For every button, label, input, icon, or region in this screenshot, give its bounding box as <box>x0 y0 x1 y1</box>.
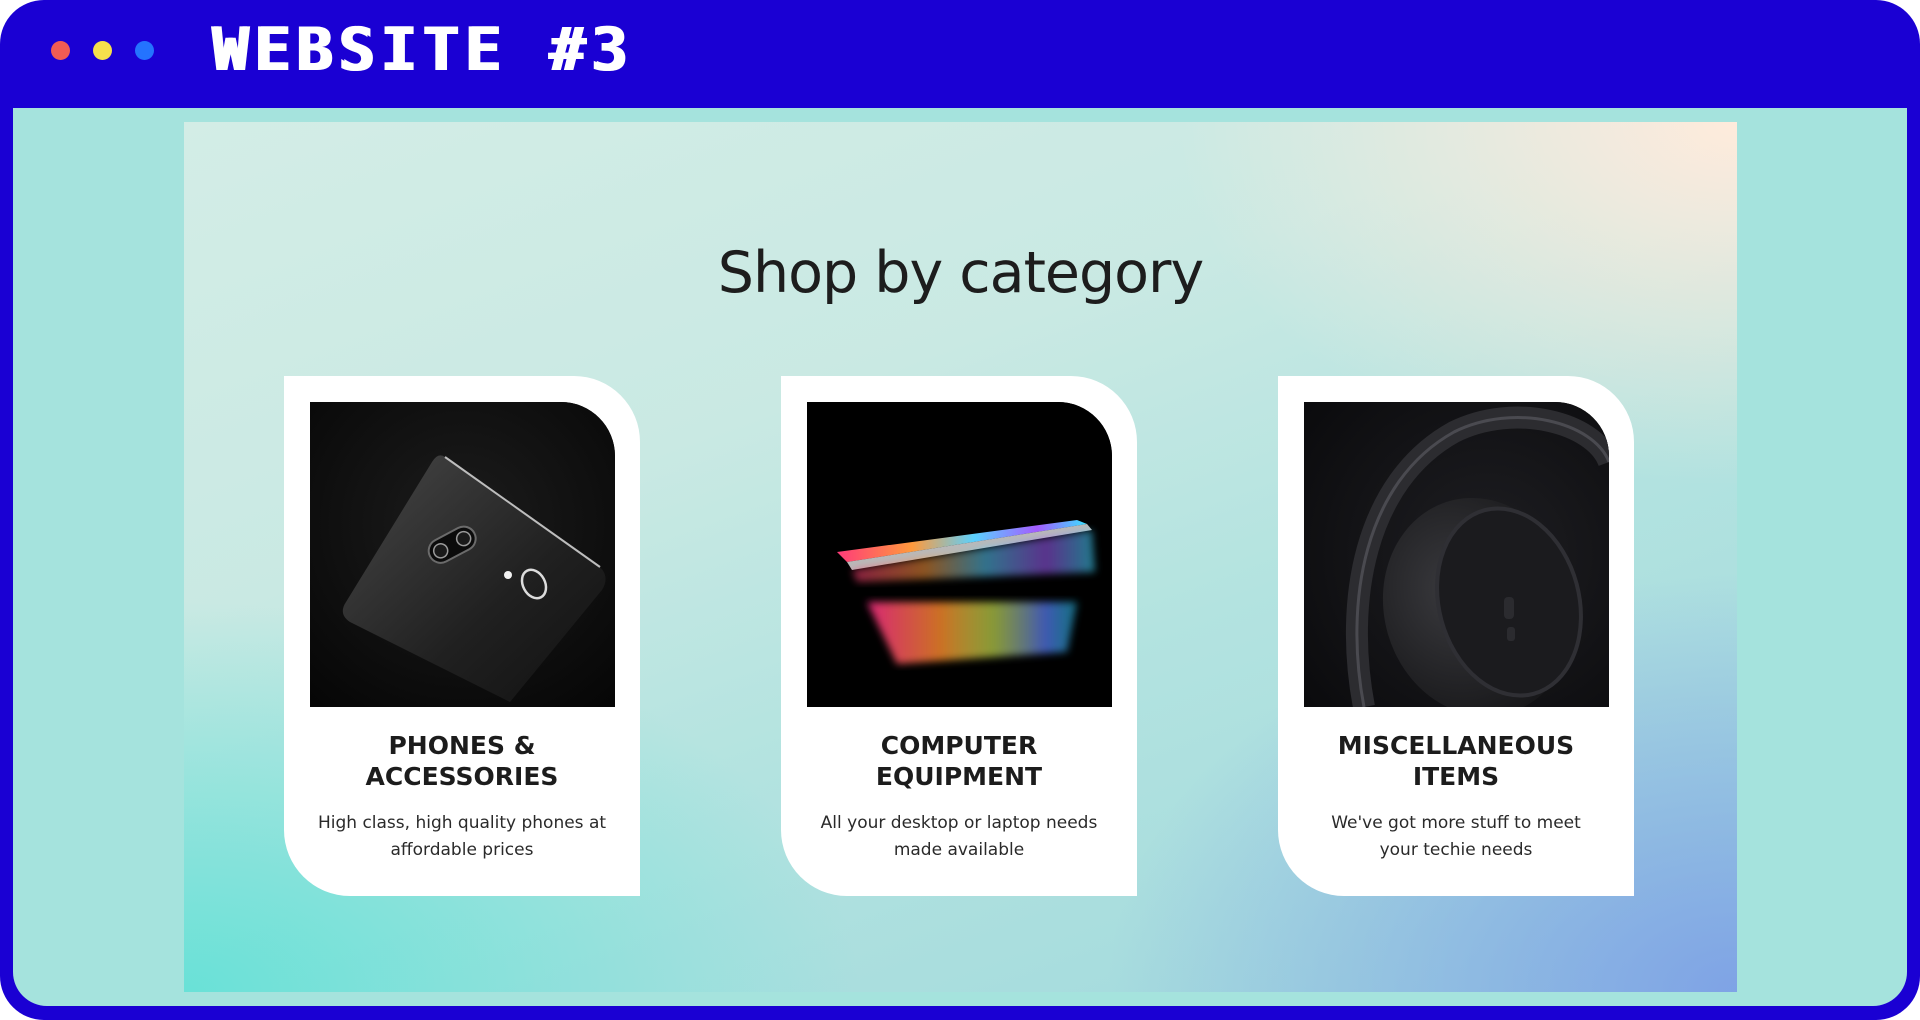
category-card-computer-equipment[interactable]: COMPUTER EQUIPMENT All your desktop or l… <box>781 376 1137 896</box>
window-title: WEBSITE #3 <box>211 15 633 85</box>
headphones-image[interactable] <box>1304 402 1609 707</box>
description-line: made available <box>893 840 1025 860</box>
smartphone-photo-illustration <box>310 402 615 707</box>
minimize-window-button[interactable] <box>93 41 112 60</box>
category-title-line: MISCELLANEOUS <box>1337 731 1575 760</box>
category-title-line: EQUIPMENT <box>875 762 1043 791</box>
description-line: All your desktop or laptop needs <box>820 813 1098 833</box>
category-title[interactable]: PHONES & ACCESSORIES <box>284 730 640 792</box>
category-description: We've got more stuff to meet your techie… <box>1296 810 1616 864</box>
close-window-button[interactable] <box>51 41 70 60</box>
description-line: your techie needs <box>1379 840 1533 860</box>
category-title[interactable]: MISCELLANEOUS ITEMS <box>1278 730 1634 792</box>
category-section: Shop by category PHONES & ACCESSORIES Hi… <box>184 122 1737 992</box>
category-title-line: COMPUTER <box>880 731 1038 760</box>
category-title-line: ACCESSORIES <box>365 762 559 791</box>
category-title[interactable]: COMPUTER EQUIPMENT <box>781 730 1137 792</box>
phone-image[interactable] <box>310 402 615 707</box>
laptop-photo-illustration <box>807 402 1112 707</box>
category-title-line: ITEMS <box>1412 762 1500 791</box>
category-card-miscellaneous[interactable]: MISCELLANEOUS ITEMS We've got more stuff… <box>1278 376 1634 896</box>
description-line: We've got more stuff to meet <box>1331 813 1581 833</box>
category-description: All your desktop or laptop needs made av… <box>799 810 1119 864</box>
description-line: affordable prices <box>390 840 534 860</box>
category-description: High class, high quality phones at affor… <box>302 810 622 864</box>
headphones-photo-illustration <box>1304 402 1609 707</box>
laptop-image[interactable] <box>807 402 1112 707</box>
browser-viewport: Shop by category PHONES & ACCESSORIES Hi… <box>13 108 1907 1006</box>
description-line: High class, high quality phones at <box>317 813 607 833</box>
window-title-bar: WEBSITE #3 <box>0 0 1920 108</box>
browser-window-frame: WEBSITE #3 Shop by category PHONES & ACC… <box>0 0 1920 1020</box>
maximize-window-button[interactable] <box>135 41 154 60</box>
section-heading: Shop by category <box>717 240 1204 306</box>
category-title-line: PHONES & <box>388 731 536 760</box>
category-card-phones[interactable]: PHONES & ACCESSORIES High class, high qu… <box>284 376 640 896</box>
